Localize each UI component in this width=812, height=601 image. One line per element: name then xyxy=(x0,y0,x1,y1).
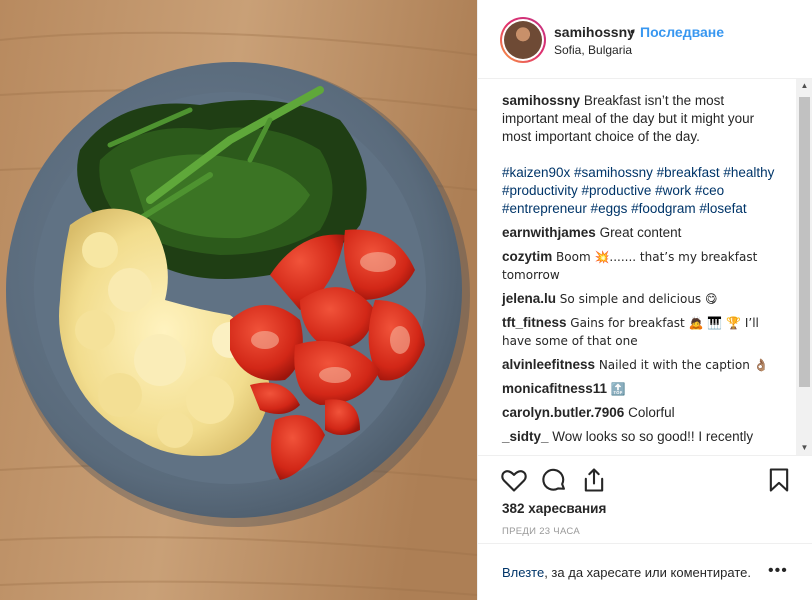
more-options-icon[interactable]: ••• xyxy=(768,562,788,580)
comment-text: Great content xyxy=(599,225,682,240)
comment-text: 🔝 xyxy=(610,382,626,396)
comment-text: Colorful xyxy=(628,405,675,420)
bookmark-icon[interactable] xyxy=(765,466,793,494)
comment-username[interactable]: jelena.lu xyxy=(502,291,556,306)
post-header: samihossny • Последване Sofia, Bulgaria xyxy=(478,0,812,79)
comment-item: jelena.lu So simple and delicious 😋 xyxy=(502,290,777,308)
comment-username[interactable]: monicafitness11 xyxy=(502,381,607,396)
login-text-rest: , за да харесате или коментирате. xyxy=(544,565,751,580)
location-link[interactable]: Sofia, Bulgaria xyxy=(554,43,632,57)
avatar-image xyxy=(504,21,542,59)
share-icon[interactable] xyxy=(580,466,608,494)
comment-text: Nailed it with the caption 👌🏽 xyxy=(598,358,769,372)
scroll-down-arrow-icon[interactable]: ▼ xyxy=(796,441,812,455)
comment-username[interactable]: cozytim xyxy=(502,249,552,264)
likes-count[interactable]: 382 харесвания xyxy=(502,501,606,516)
username-link[interactable]: samihossny xyxy=(554,24,635,40)
login-link[interactable]: Влезте xyxy=(502,565,544,580)
comment-item: earnwithjames Great content xyxy=(502,224,777,242)
comment-item: _sidty_ Wow looks so so good!! I recentl… xyxy=(502,428,777,446)
comment-text: Wow looks so so good!! I recently xyxy=(552,429,754,444)
login-text: Влезте, за да харесате или коментирате. xyxy=(502,565,751,580)
login-prompt: Влезте, за да харесате или коментирате. … xyxy=(478,543,812,601)
post-actions: 382 харесвания ПРЕДИ 23 ЧАСА xyxy=(478,455,812,544)
breakfast-photo xyxy=(0,0,477,600)
comment-username[interactable]: earnwithjames xyxy=(502,225,596,240)
caption-hashtags[interactable]: #kaizen90x #samihossny #breakfast #healt… xyxy=(502,164,777,218)
scroll-up-arrow-icon[interactable]: ▲ xyxy=(796,79,812,93)
scrollbar-thumb[interactable] xyxy=(799,97,810,387)
separator-dot: • xyxy=(630,23,635,39)
post-photo[interactable] xyxy=(0,0,477,600)
post-timestamp[interactable]: ПРЕДИ 23 ЧАСА xyxy=(502,526,580,537)
avatar[interactable] xyxy=(500,17,546,63)
follow-button[interactable]: Последване xyxy=(640,24,724,40)
comment-username[interactable]: _sidty_ xyxy=(502,429,549,444)
comment-username[interactable]: alvinleefitness xyxy=(502,357,595,372)
comment-item: tft_fitness Gains for breakfast 🙇 🎹 🏆 I’… xyxy=(502,314,777,350)
comment-item: alvinleefitness Nailed it with the capti… xyxy=(502,356,777,374)
comment-text: So simple and delicious 😋 xyxy=(559,292,718,306)
caption: samihossny Breakfast isn’t the most impo… xyxy=(502,92,777,146)
comment-username[interactable]: tft_fitness xyxy=(502,315,567,330)
comment-icon[interactable] xyxy=(540,466,568,494)
comment-item: carolyn.butler.7906 Colorful xyxy=(502,404,777,422)
caption-username[interactable]: samihossny xyxy=(502,93,580,108)
heart-icon[interactable] xyxy=(500,466,528,494)
comment-item: monicafitness11 🔝 xyxy=(502,380,777,398)
comments-list: samihossny Breakfast isn’t the most impo… xyxy=(502,92,777,452)
comments-scrollbar[interactable]: ▲ ▼ xyxy=(796,79,812,455)
comment-username[interactable]: carolyn.butler.7906 xyxy=(502,405,624,420)
post-side-panel: samihossny • Последване Sofia, Bulgaria … xyxy=(477,0,812,600)
comment-item: cozytim Boom 💥....... that’s my breakfas… xyxy=(502,248,777,284)
comments-section[interactable]: samihossny Breakfast isn’t the most impo… xyxy=(478,79,812,455)
